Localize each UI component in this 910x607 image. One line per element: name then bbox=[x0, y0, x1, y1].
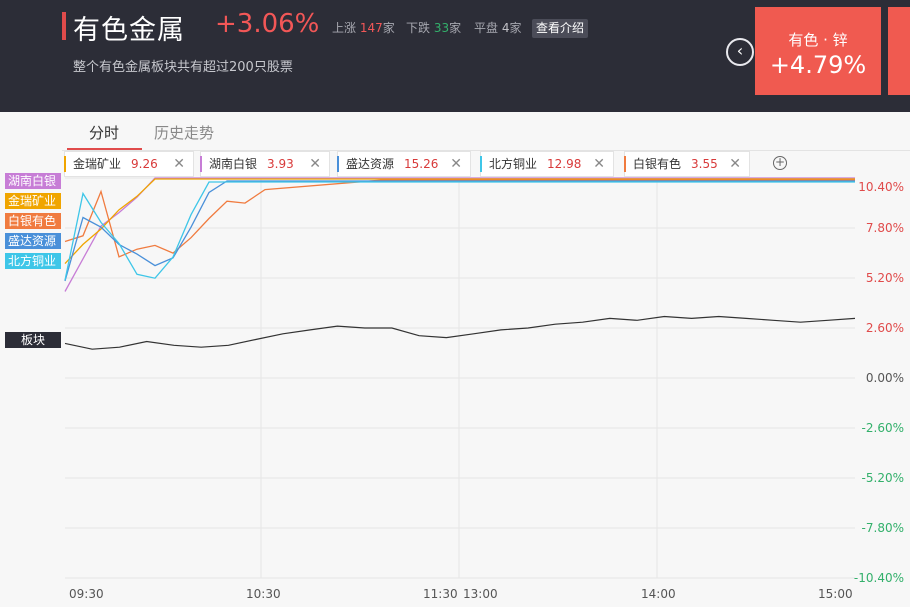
series-line bbox=[64, 179, 855, 258]
y-tick: 5.20% bbox=[865, 271, 904, 285]
line-label-baiyin: 白银有色 bbox=[5, 213, 61, 229]
y-tick: 7.80% bbox=[865, 221, 904, 235]
intraday-chart bbox=[64, 177, 856, 579]
x-tick: 11:30 bbox=[423, 587, 458, 601]
line-label-hunan-silver: 湖南白银 bbox=[5, 173, 61, 189]
y-tick: 2.60% bbox=[865, 321, 904, 335]
line-label-board: 板块 bbox=[5, 332, 61, 348]
x-tick: 10:30 bbox=[246, 587, 281, 601]
y-tick: -5.20% bbox=[861, 471, 904, 485]
y-tick: -7.80% bbox=[861, 521, 904, 535]
x-tick: 09:30 bbox=[69, 587, 104, 601]
y-tick: 0.00% bbox=[865, 371, 904, 385]
line-label-shengda: 盛达资源 bbox=[5, 233, 61, 249]
y-tick: 10.40% bbox=[858, 180, 904, 194]
x-tick: 13:00 bbox=[463, 587, 498, 601]
line-label-north-copper: 北方铜业 bbox=[5, 253, 61, 269]
y-tick: -2.60% bbox=[861, 421, 904, 435]
series-line bbox=[64, 181, 855, 281]
series-line bbox=[64, 178, 855, 265]
series-line bbox=[64, 315, 856, 350]
x-tick: 14:00 bbox=[641, 587, 676, 601]
series-line bbox=[64, 177, 855, 292]
y-tick: -10.40% bbox=[853, 571, 904, 585]
line-label-jinrui: 金瑞矿业 bbox=[5, 193, 61, 209]
x-tick: 15:00 bbox=[818, 587, 853, 601]
